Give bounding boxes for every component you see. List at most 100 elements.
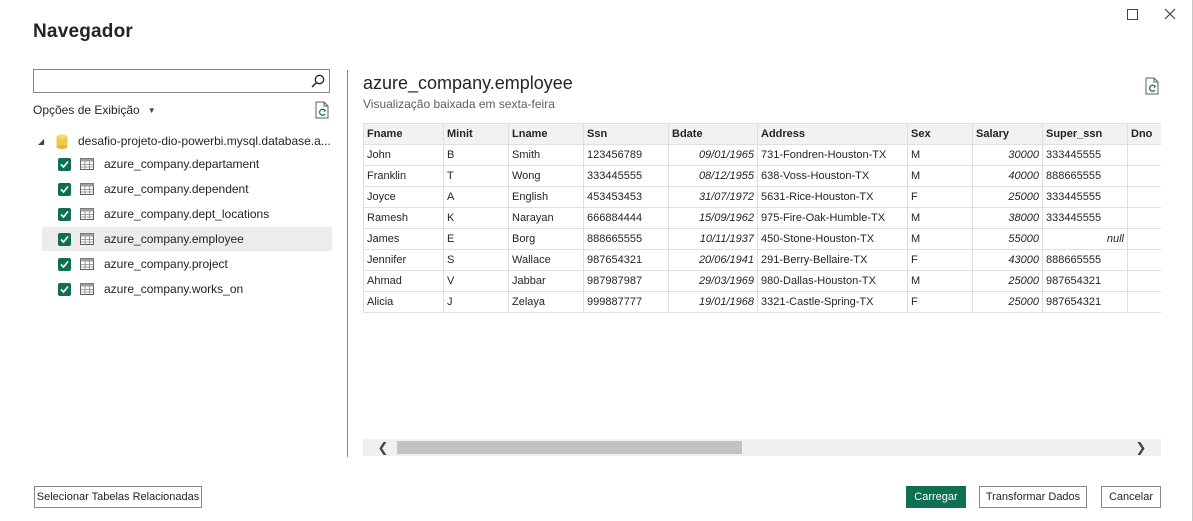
table-cell[interactable]: 638-Voss-Houston-TX [757, 165, 908, 187]
table-cell[interactable]: 666884444 [583, 207, 669, 229]
cancel-button[interactable]: Cancelar [1101, 486, 1161, 508]
table-cell[interactable]: 40000 [972, 165, 1043, 187]
table-row[interactable]: Franklin T Wong 333445555 08/12/1955 638-Voss… [363, 165, 1161, 187]
expand-triangle-icon[interactable]: ◢ [38, 137, 50, 146]
table-cell[interactable]: 888665555 [1042, 249, 1128, 271]
checkbox-checked-icon[interactable] [58, 232, 71, 246]
table-cell[interactable] [1127, 249, 1161, 271]
table-cell[interactable]: S [443, 249, 509, 271]
table-cell[interactable]: 31/07/1972 [668, 186, 758, 208]
table-cell[interactable]: 333445555 [1042, 186, 1128, 208]
table-cell[interactable]: 333445555 [1042, 144, 1128, 166]
table-cell[interactable]: 09/01/1965 [668, 144, 758, 166]
table-cell[interactable]: Franklin [363, 165, 444, 187]
table-cell[interactable]: Narayan [508, 207, 584, 229]
table-cell[interactable]: Alicia [363, 291, 444, 313]
table-cell[interactable]: 999887777 [583, 291, 669, 313]
table-cell[interactable]: Wong [508, 165, 584, 187]
table-cell[interactable]: F [907, 291, 973, 313]
table-cell[interactable]: Smith [508, 144, 584, 166]
table-row[interactable]: Alicia J Zelaya 999887777 19/01/1968 3321-Cas… [363, 291, 1161, 313]
scroll-right-icon[interactable]: ❯ [1131, 439, 1151, 456]
table-cell[interactable]: 123456789 [583, 144, 669, 166]
table-row[interactable]: Jennifer S Wallace 987654321 20/06/1941 291-B… [363, 249, 1161, 271]
column-header[interactable]: Minit [443, 123, 509, 145]
scrollbar-thumb[interactable] [397, 441, 742, 454]
table-cell[interactable] [1127, 186, 1161, 208]
table-row[interactable]: Ramesh K Narayan 666884444 15/09/1962 975-Fir… [363, 207, 1161, 229]
tree-item-dept-locations[interactable]: azure_company.dept_locations [42, 202, 332, 226]
transform-data-button[interactable]: Transformar Dados [979, 486, 1087, 508]
column-header[interactable]: Address [757, 123, 908, 145]
close-icon[interactable] [1160, 4, 1180, 24]
table-cell[interactable]: Jennifer [363, 249, 444, 271]
table-cell[interactable]: 987987987 [583, 270, 669, 292]
table-cell[interactable]: 08/12/1955 [668, 165, 758, 187]
table-cell[interactable]: 30000 [972, 144, 1043, 166]
pane-divider[interactable] [347, 70, 348, 457]
table-cell[interactable]: Joyce [363, 186, 444, 208]
table-cell[interactable]: 987654321 [583, 249, 669, 271]
table-row[interactable]: Joyce A English 453453453 31/07/1972 5631-Ric… [363, 186, 1161, 208]
table-cell[interactable]: Ahmad [363, 270, 444, 292]
table-cell[interactable]: 29/03/1969 [668, 270, 758, 292]
search-icon[interactable] [310, 73, 326, 89]
table-cell[interactable]: James [363, 228, 444, 250]
table-cell[interactable]: Ramesh [363, 207, 444, 229]
table-cell[interactable]: 987654321 [1042, 270, 1128, 292]
column-header[interactable]: Salary [972, 123, 1043, 145]
column-header[interactable]: Dno [1127, 123, 1161, 145]
table-cell[interactable] [1127, 144, 1161, 166]
horizontal-scrollbar[interactable]: ❮ ❯ [363, 439, 1161, 456]
table-cell[interactable]: 43000 [972, 249, 1043, 271]
column-header[interactable]: Super_ssn [1042, 123, 1128, 145]
scroll-left-icon[interactable]: ❮ [373, 439, 393, 456]
table-cell[interactable]: 20/06/1941 [668, 249, 758, 271]
table-cell[interactable]: 291-Berry-Bellaire-TX [757, 249, 908, 271]
table-cell[interactable]: 10/11/1937 [668, 228, 758, 250]
checkbox-checked-icon[interactable] [58, 157, 71, 171]
table-cell[interactable]: 450-Stone-Houston-TX [757, 228, 908, 250]
table-cell[interactable]: A [443, 186, 509, 208]
table-cell[interactable]: 731-Fondren-Houston-TX [757, 144, 908, 166]
tree-item-works-on[interactable]: azure_company.works_on [42, 277, 332, 301]
table-cell[interactable] [1127, 228, 1161, 250]
checkbox-checked-icon[interactable] [58, 282, 71, 296]
table-cell[interactable]: 19/01/1968 [668, 291, 758, 313]
refresh-icon[interactable] [314, 101, 330, 119]
table-cell[interactable]: 975-Fire-Oak-Humble-TX [757, 207, 908, 229]
table-cell[interactable]: Zelaya [508, 291, 584, 313]
table-cell[interactable]: 15/09/1962 [668, 207, 758, 229]
tree-item-project[interactable]: azure_company.project [42, 252, 332, 276]
checkbox-checked-icon[interactable] [58, 207, 71, 221]
table-cell[interactable]: 333445555 [583, 165, 669, 187]
table-cell[interactable] [1127, 270, 1161, 292]
table-row[interactable]: James E Borg 888665555 10/11/1937 450-Stone-H… [363, 228, 1161, 250]
table-cell[interactable]: 453453453 [583, 186, 669, 208]
table-cell[interactable] [1127, 165, 1161, 187]
table-cell[interactable]: J [443, 291, 509, 313]
table-cell[interactable]: B [443, 144, 509, 166]
table-cell[interactable]: 888665555 [583, 228, 669, 250]
table-cell[interactable]: F [907, 249, 973, 271]
table-cell[interactable]: M [907, 270, 973, 292]
column-header[interactable]: Bdate [668, 123, 758, 145]
table-cell[interactable]: 38000 [972, 207, 1043, 229]
table-row[interactable]: John B Smith 123456789 09/01/1965 731-Fondren… [363, 144, 1161, 166]
search-field[interactable] [33, 69, 330, 93]
table-cell[interactable]: 3321-Castle-Spring-TX [757, 291, 908, 313]
view-options-dropdown[interactable]: Opções de Exibição ▼ [33, 103, 156, 117]
table-cell[interactable]: 25000 [972, 291, 1043, 313]
table-cell[interactable]: K [443, 207, 509, 229]
table-cell[interactable]: M [907, 165, 973, 187]
table-cell[interactable]: 5631-Rice-Houston-TX [757, 186, 908, 208]
table-cell[interactable]: 25000 [972, 270, 1043, 292]
table-cell[interactable]: M [907, 207, 973, 229]
maximize-icon[interactable] [1122, 4, 1142, 24]
checkbox-checked-icon[interactable] [58, 182, 71, 196]
table-cell[interactable]: 980-Dallas-Houston-TX [757, 270, 908, 292]
table-cell[interactable] [1127, 207, 1161, 229]
table-cell[interactable]: 55000 [972, 228, 1043, 250]
table-cell[interactable]: E [443, 228, 509, 250]
table-row[interactable]: Ahmad V Jabbar 987987987 29/03/1969 980-Dalla… [363, 270, 1161, 292]
